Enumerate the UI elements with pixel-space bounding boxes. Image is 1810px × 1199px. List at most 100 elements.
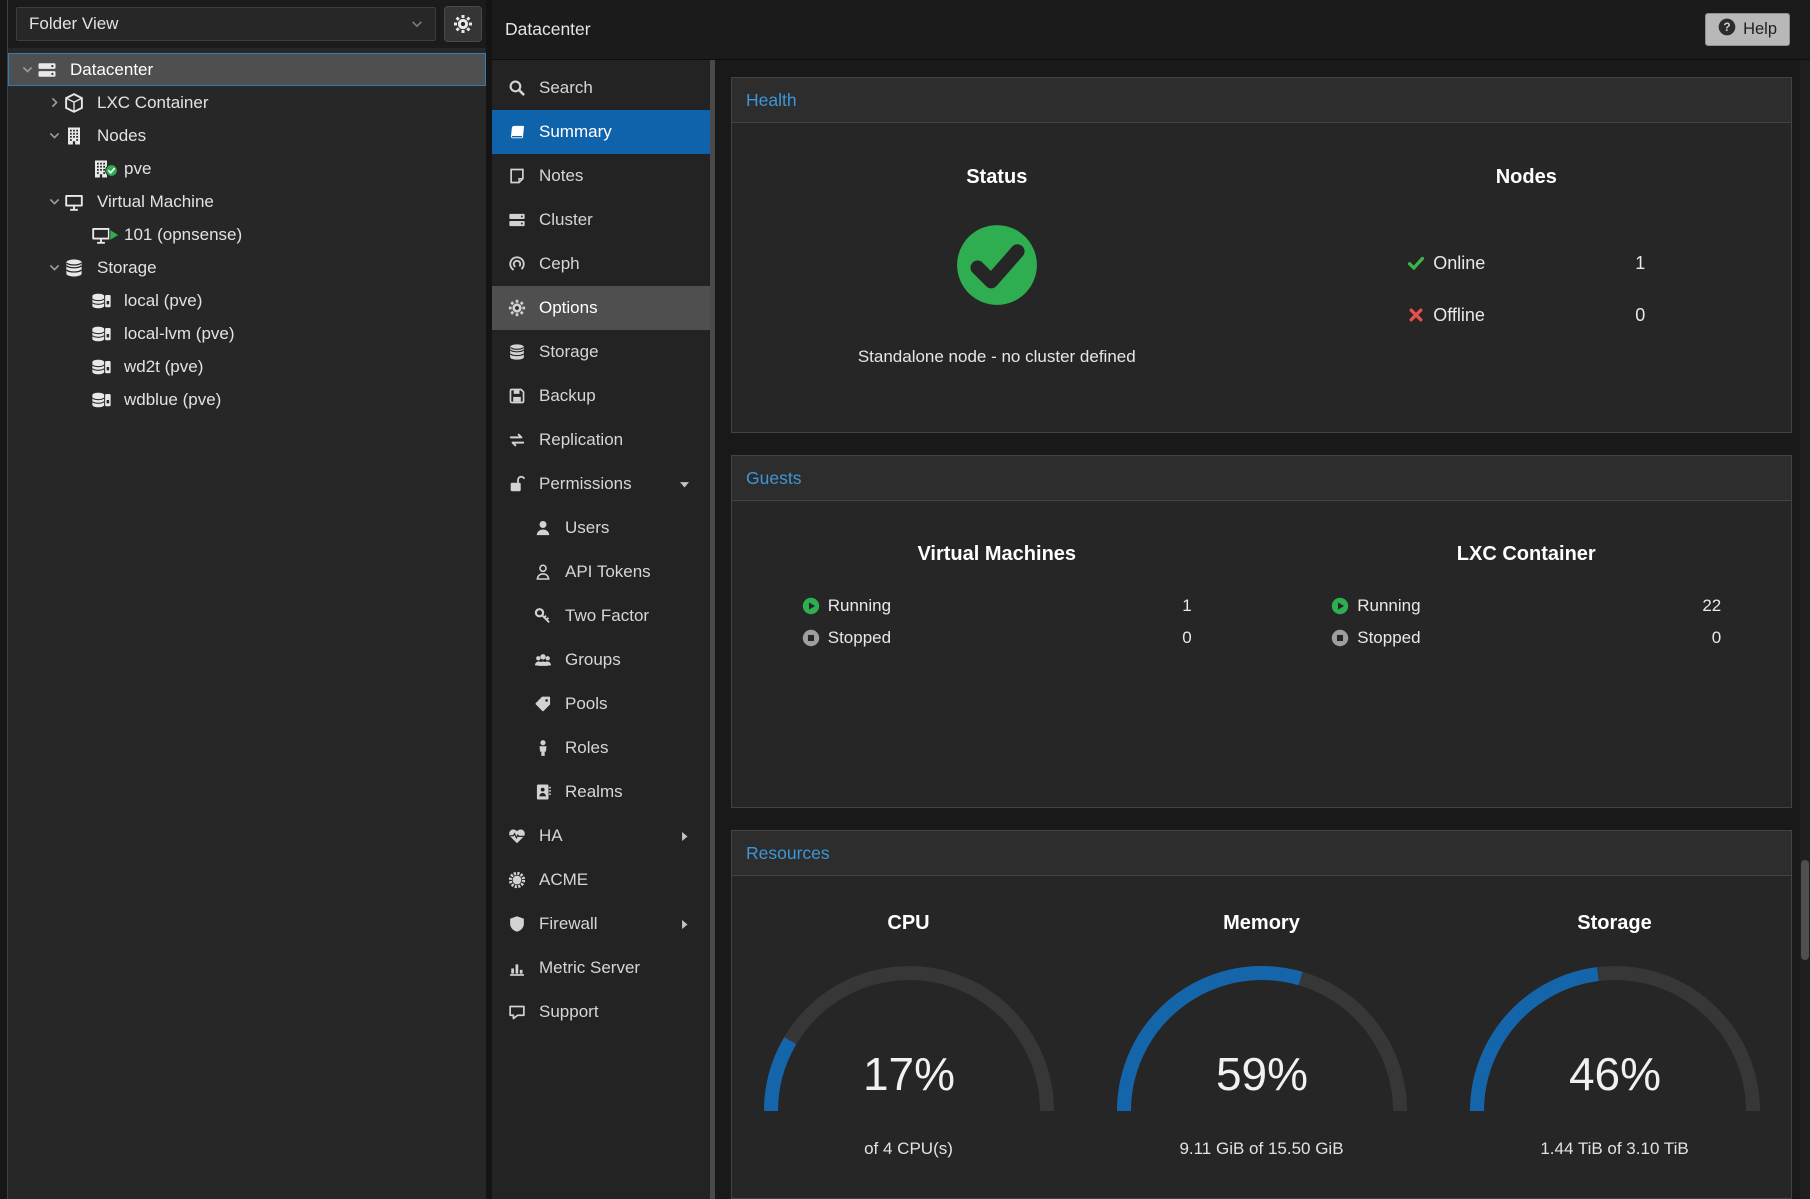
menu-item-label: Storage <box>539 342 599 362</box>
tree-item-local-lvm-pve[interactable]: local-lvm (pve) <box>8 317 486 350</box>
address-book-icon <box>534 783 552 801</box>
guests-panel: Guests Virtual MachinesRunning1Stopped0L… <box>731 455 1792 808</box>
tree-item-label: local (pve) <box>124 291 202 311</box>
menu-item-replication[interactable]: Replication <box>492 418 710 462</box>
heartbeat-icon <box>508 827 526 845</box>
menu-item-permissions[interactable]: Permissions <box>492 462 710 506</box>
note-icon <box>508 167 526 185</box>
caret-down-icon <box>677 477 692 492</box>
main-scrollbar-thumb[interactable] <box>1801 860 1809 960</box>
page-title: Datacenter <box>505 19 591 40</box>
menu-item-api-tokens[interactable]: API Tokens <box>492 550 710 594</box>
tree-item-label: local-lvm (pve) <box>124 324 235 344</box>
server-icon <box>506 211 528 229</box>
tree-item-pve[interactable]: pve <box>8 152 486 185</box>
menu-item-search[interactable]: Search <box>492 66 710 110</box>
person-icon <box>534 739 552 757</box>
chevron-down-icon <box>20 62 35 77</box>
chevron-right-icon[interactable] <box>46 95 63 110</box>
check-circle-icon <box>955 223 1039 312</box>
menu-item-pools[interactable]: Pools <box>492 682 710 726</box>
topbar: Datacenter ? Help <box>492 0 1810 60</box>
chevron-down-icon[interactable] <box>46 194 63 209</box>
menu-item-cluster[interactable]: Cluster <box>492 198 710 242</box>
guest-column-virtual-machines: Virtual MachinesRunning1Stopped0 <box>732 501 1262 807</box>
guest-status-value: 22 <box>1702 596 1721 616</box>
tree-item-storage[interactable]: Storage <box>8 251 486 284</box>
chevron-down-icon <box>409 16 425 32</box>
menu-item-roles[interactable]: Roles <box>492 726 710 770</box>
tree-item-local-pve[interactable]: local (pve) <box>8 284 486 317</box>
guest-status-value: 1 <box>1182 596 1191 616</box>
folder-view-dropdown[interactable]: Folder View <box>16 7 436 41</box>
health-panel-body: Status Standalone node - no cluster defi… <box>732 123 1791 432</box>
menu-item-two-factor[interactable]: Two Factor <box>492 594 710 638</box>
menu-item-label: Firewall <box>539 914 598 934</box>
view-settings-button[interactable] <box>444 6 482 42</box>
content-row: SearchSummaryNotesCluster Ceph Options Stor… <box>492 60 1810 1199</box>
heartbeat-icon <box>506 827 528 845</box>
menu-item-options[interactable]: Options <box>492 286 710 330</box>
chevron-down-icon <box>409 16 425 32</box>
menu-item-label: Ceph <box>539 254 580 274</box>
tree-item-virtual-machine[interactable]: Virtual Machine <box>8 185 486 218</box>
resources-panel-header: Resources <box>732 831 1791 876</box>
caret-right-icon <box>677 917 692 932</box>
menu-item-label: Permissions <box>539 474 632 494</box>
menu-item-realms[interactable]: Realms <box>492 770 710 814</box>
menu-item-backup[interactable]: Backup <box>492 374 710 418</box>
chevron-down-icon[interactable] <box>46 260 63 275</box>
badge-icon <box>506 871 528 889</box>
menu-item-summary[interactable]: Summary <box>492 110 710 154</box>
badge-icon <box>508 871 526 889</box>
chevron-down-icon[interactable] <box>19 62 36 77</box>
caret-right-icon <box>677 829 692 844</box>
guest-status-row: Running1 <box>802 590 1192 622</box>
play-circle-icon <box>802 597 820 615</box>
node-status-label: Offline <box>1433 305 1485 326</box>
menu-item-label: Groups <box>565 650 621 670</box>
play-circle-icon <box>1331 597 1349 615</box>
tree-item-label: Virtual Machine <box>97 192 214 212</box>
menu-item-storage[interactable]: Storage <box>492 330 710 374</box>
tree-item-label: Nodes <box>97 126 146 146</box>
guest-column-title: Virtual Machines <box>917 543 1076 566</box>
cross-icon <box>1407 306 1425 324</box>
tree-item-lxc-container[interactable]: LXC Container <box>8 86 486 119</box>
menu-item-ha[interactable]: HA <box>492 814 710 858</box>
tree-item-wd2t-pve[interactable]: wd2t (pve) <box>8 350 486 383</box>
menu-item-firewall[interactable]: Firewall <box>492 902 710 946</box>
main-scrollbar[interactable] <box>1800 60 1810 1199</box>
tree-item-nodes[interactable]: Nodes <box>8 119 486 152</box>
help-button-label: Help <box>1743 20 1777 39</box>
tree-item-101-opnsense[interactable]: 101 (opnsense) <box>8 218 486 251</box>
menu-item-groups[interactable]: Groups <box>492 638 710 682</box>
menu-item-notes[interactable]: Notes <box>492 154 710 198</box>
health-panel: Health Status Standalone node - no clust… <box>731 77 1792 433</box>
user-icon <box>534 519 552 537</box>
tree-item-wdblue-pve[interactable]: wdblue (pve) <box>8 383 486 416</box>
menu-item-label: Roles <box>565 738 608 758</box>
ceph-icon <box>506 255 528 273</box>
folder-view-label: Folder View <box>29 14 118 34</box>
database-icon <box>506 343 528 361</box>
guest-column-lxc-container: LXC ContainerRunning22Stopped0 <box>1262 501 1792 807</box>
tree-item-datacenter[interactable]: Datacenter <box>8 53 486 86</box>
menu-item-metric-server[interactable]: Metric Server <box>492 946 710 990</box>
question-circle-icon: ? <box>1718 18 1736 36</box>
help-button[interactable]: ? Help <box>1705 13 1790 46</box>
gauge-subtitle: 9.11 GiB of 15.50 GiB <box>1179 1139 1343 1159</box>
menu-item-support[interactable]: Support <box>492 990 710 1034</box>
menu-item-users[interactable]: Users <box>492 506 710 550</box>
menu-item-ceph[interactable]: Ceph <box>492 242 710 286</box>
gauge-storage: Storage46%1.44 TiB of 3.10 TiB <box>1438 876 1791 1198</box>
cluster-status-column: Status Standalone node - no cluster defi… <box>732 123 1262 432</box>
gauge-subtitle: 1.44 TiB of 3.10 TiB <box>1540 1139 1688 1159</box>
guest-status-label: Stopped <box>1357 628 1420 648</box>
menu-item-acme[interactable]: ACME <box>492 858 710 902</box>
check-icon <box>1407 254 1425 272</box>
play-icon <box>107 228 121 242</box>
chevron-down-icon[interactable] <box>46 128 63 143</box>
note-icon <box>506 167 528 185</box>
play-circle-icon <box>802 597 820 615</box>
